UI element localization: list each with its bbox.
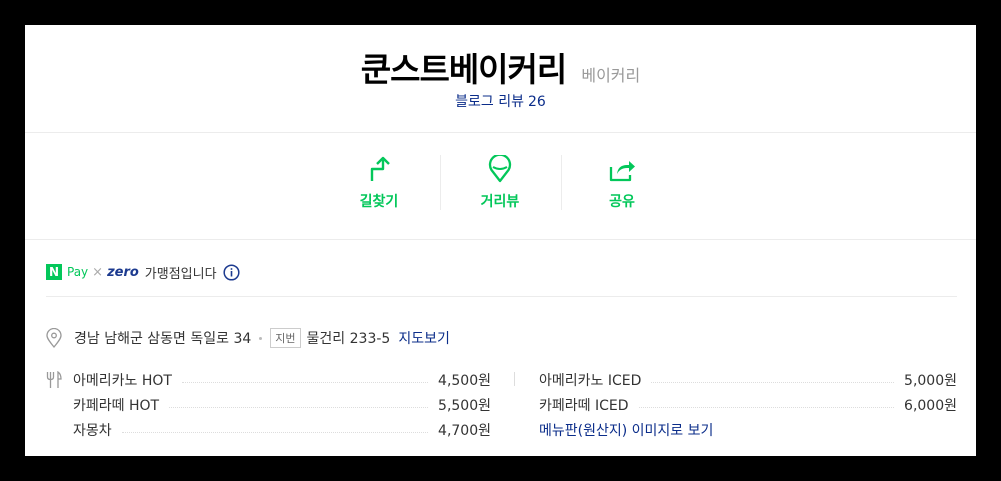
npay-n-mark: N — [46, 264, 62, 280]
menu-item-name: 아메리카노 ICED — [539, 372, 642, 389]
menu-item-name: 카페라떼 HOT — [73, 397, 160, 414]
menu-item-price: 5,000원 — [904, 372, 957, 389]
share-icon — [562, 155, 682, 183]
npay-logo: N Pay — [46, 264, 88, 280]
place-panel: 쿤스트베이커리 베이커리 블로그 리뷰 26 길찾기 거리뷰 공유 N Pay … — [25, 25, 976, 456]
place-category: 베이커리 — [581, 66, 641, 85]
menu-list-left: 아메리카노 HOT 4,500원 카페라떼 HOT 5,500원 자몽차 4,7… — [73, 367, 491, 442]
menu-list-right: 아메리카노 ICED 5,000원 카페라떼 ICED 6,000원 메뉴판(원… — [539, 367, 957, 442]
street-view-label: 거리뷰 — [480, 194, 520, 210]
action-bar: 길찾기 거리뷰 공유 — [25, 133, 976, 240]
menu-item-price: 6,000원 — [904, 397, 957, 414]
location-pin-icon — [46, 328, 62, 348]
review-count: 26 — [528, 94, 546, 110]
zero-pay-logo: zero — [107, 264, 139, 280]
title-row: 쿤스트베이커리 베이커리 — [25, 43, 976, 91]
share-label: 공유 — [609, 194, 635, 210]
npay-zero-row: N Pay × zero 가맹점입니다 — [46, 261, 240, 283]
menu-item: 카페라떼 ICED 6,000원 — [539, 392, 957, 417]
menu-image-link[interactable]: 메뉴판(원산지) 이미지로 보기 — [539, 420, 713, 440]
menu-column-divider — [514, 372, 515, 386]
directions-label: 길찾기 — [359, 194, 399, 210]
menu-item: 아메리카노 HOT 4,500원 — [73, 367, 491, 392]
menu-item-name: 자몽차 — [73, 422, 112, 439]
npay-text: Pay — [67, 265, 89, 279]
place-name: 쿤스트베이커리 — [360, 50, 568, 89]
times-sign: × — [92, 264, 104, 280]
street-view-icon — [440, 155, 560, 183]
jibun-address: 물건리 233-5 — [306, 331, 391, 347]
menu-item-price: 5,500원 — [438, 397, 491, 414]
jibun-badge: 지번 — [270, 328, 301, 348]
dotted-leader — [169, 406, 429, 408]
merchant-text: 가맹점입니다 — [144, 266, 217, 282]
menu-item-name: 아메리카노 HOT — [73, 372, 172, 389]
street-view-button[interactable]: 거리뷰 — [440, 155, 560, 211]
directions-icon — [319, 155, 439, 183]
blog-review-link[interactable]: 블로그 리뷰 26 — [25, 91, 976, 111]
menu-image-row: 메뉴판(원산지) 이미지로 보기 — [539, 417, 957, 442]
share-button[interactable]: 공유 — [562, 155, 682, 211]
dotted-leader — [638, 406, 895, 408]
menu-item: 카페라떼 HOT 5,500원 — [73, 392, 491, 417]
menu-item-price: 4,500원 — [438, 372, 491, 389]
menu-item: 자몽차 4,700원 — [73, 417, 491, 442]
separator-dot — [259, 336, 263, 340]
map-view-link[interactable]: 지도보기 — [398, 328, 450, 348]
menu-item: 아메리카노 ICED 5,000원 — [539, 367, 957, 392]
place-header: 쿤스트베이커리 베이커리 블로그 리뷰 26 — [25, 25, 976, 133]
info-icon[interactable] — [223, 263, 240, 281]
menu-item-name: 카페라떼 ICED — [539, 397, 629, 414]
directions-button[interactable]: 길찾기 — [319, 155, 439, 211]
review-label: 블로그 리뷰 — [455, 94, 525, 110]
dotted-leader — [121, 431, 429, 433]
dotted-leader — [181, 381, 429, 383]
dotted-leader — [651, 381, 895, 383]
road-address: 경남 남해군 삼동면 독일로 34 — [74, 331, 252, 347]
fork-knife-icon — [46, 371, 62, 389]
section-divider — [46, 296, 957, 297]
address-row: 경남 남해군 삼동면 독일로 34 지번 물건리 233-5 지도보기 — [46, 328, 450, 348]
menu-item-price: 4,700원 — [438, 422, 491, 439]
